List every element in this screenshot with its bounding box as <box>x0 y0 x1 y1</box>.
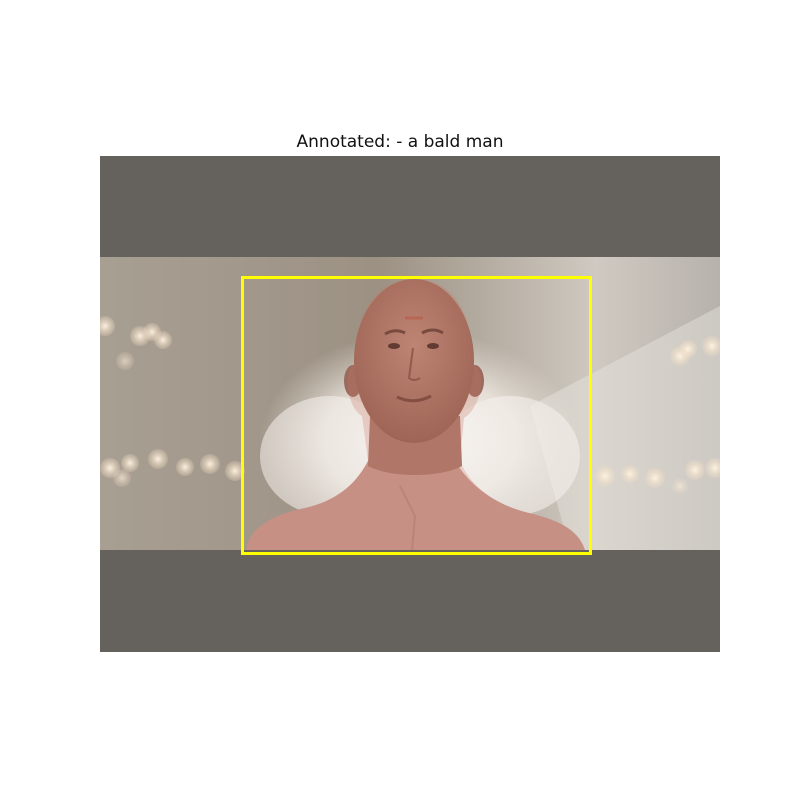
letterbox-top <box>100 156 720 257</box>
photo-scene <box>100 257 720 550</box>
annotated-image <box>100 156 720 652</box>
letterbox-bottom <box>100 550 720 652</box>
image-canvas <box>100 156 720 652</box>
figure-title: Annotated: - a bald man <box>296 132 504 152</box>
